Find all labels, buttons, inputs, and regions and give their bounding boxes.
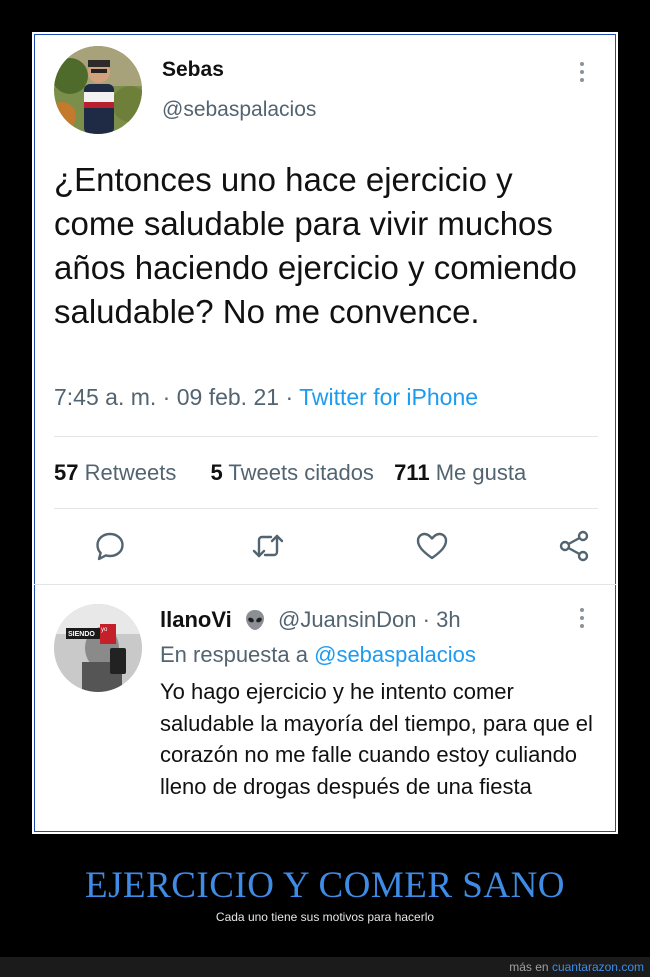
- in-reply-prefix: En respuesta a: [160, 642, 308, 667]
- tweet-meta: 7:45 a. m. · 09 feb. 21 · Twitter for iP…: [54, 384, 478, 411]
- avatar-sticker-text: yo: [101, 627, 108, 633]
- tweet-time: 7:45 a. m.: [54, 384, 157, 410]
- tweet-source-link[interactable]: Twitter for iPhone: [299, 384, 478, 410]
- divider: [54, 508, 598, 509]
- retweets-label: Retweets: [84, 460, 177, 485]
- retweets-count: 57: [54, 460, 79, 485]
- reply-avatar[interactable]: SIENDO yo: [54, 604, 142, 692]
- alien-icon: [244, 609, 266, 631]
- divider: [54, 436, 598, 437]
- quotes-label: Tweets citados: [228, 460, 374, 485]
- quotes-stat[interactable]: 5 Tweets citados: [210, 460, 373, 485]
- likes-count: 711: [394, 460, 430, 485]
- share-icon[interactable]: [556, 528, 592, 564]
- author-handle[interactable]: @sebaspalacios: [162, 98, 316, 122]
- reply-author-name[interactable]: llanoVi: [160, 607, 232, 632]
- avatar[interactable]: [54, 46, 142, 134]
- in-reply-to: En respuesta a @sebaspalacios: [160, 642, 476, 668]
- footer-text: más en cuantarazon.com: [509, 960, 644, 974]
- reply-avatar-photo: SIENDO yo: [54, 604, 142, 692]
- likes-stat[interactable]: 711 Me gusta: [394, 460, 526, 485]
- screenshot-frame: Sebas @sebaspalacios ¿Entonces uno hace …: [32, 32, 618, 834]
- footer-site-link[interactable]: cuantarazon.com: [552, 960, 644, 974]
- more-options-icon[interactable]: [579, 62, 585, 84]
- avatar-photo: [54, 46, 142, 134]
- retweets-stat[interactable]: 57 Retweets: [54, 460, 176, 485]
- quotes-count: 5: [210, 460, 223, 485]
- likes-label: Me gusta: [435, 460, 527, 485]
- reply-text: Yo hago ejercicio y he intento comer sal…: [160, 679, 593, 799]
- reply-more-options-icon[interactable]: [579, 608, 585, 630]
- reply-icon[interactable]: [92, 528, 128, 564]
- tweet-date: 09 feb. 21: [176, 384, 280, 410]
- footer-prefix: más en: [509, 960, 549, 974]
- author-name[interactable]: Sebas: [162, 58, 224, 82]
- retweet-icon[interactable]: [250, 528, 286, 564]
- caption-title: EJERCICIO Y COMER SANO: [84, 865, 566, 906]
- reply-author-handle[interactable]: @JuansinDon: [278, 607, 417, 632]
- tweet-text: ¿Entonces uno hace ejercicio y come salu…: [54, 161, 577, 330]
- reply-age: 3h: [436, 607, 461, 632]
- avatar-sticker-text: SIENDO: [68, 631, 95, 638]
- meta-separator: ·: [162, 384, 177, 410]
- meta-separator: ·: [422, 607, 437, 632]
- like-icon[interactable]: [414, 528, 450, 564]
- tweet-separator: [34, 584, 616, 585]
- tweet-stats: 57 Retweets 5 Tweets citados 711 Me gust…: [54, 460, 526, 486]
- reply-header: llanoVi @JuansinDon · 3h: [160, 607, 461, 633]
- tweet-actions: [54, 528, 598, 564]
- caption-subtitle: Cada uno tiene sus motivos para hacerlo: [215, 910, 435, 924]
- in-reply-mention-link[interactable]: @sebaspalacios: [314, 642, 476, 667]
- meta-separator: ·: [285, 384, 300, 410]
- footer-bar: más en cuantarazon.com: [0, 957, 650, 977]
